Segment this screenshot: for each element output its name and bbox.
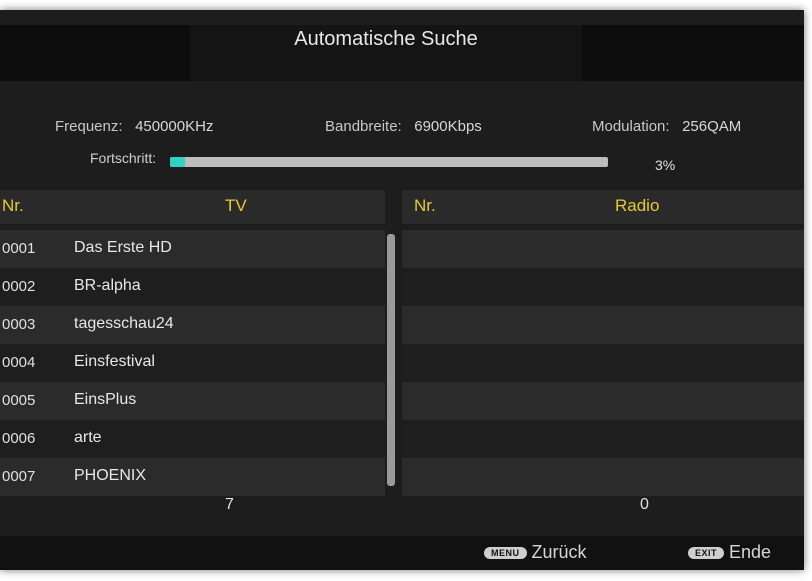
list-item[interactable]: 0003 tagesschau24 [0, 306, 385, 344]
channel-name: arte [74, 429, 102, 446]
tv-count: 7 [225, 496, 234, 513]
radio-header: Radio [615, 196, 660, 215]
frequency-label: Frequenz: [55, 118, 123, 135]
tv-header: TV [225, 196, 247, 215]
list-item [402, 382, 804, 420]
list-item[interactable]: 0007 PHOENIX [0, 458, 385, 496]
radio-header-bar [402, 190, 804, 224]
frequency-info: Frequenz: 450000KHz [55, 118, 213, 135]
menu-key-icon: MENU [484, 547, 527, 560]
channel-number: 0001 [2, 240, 36, 257]
bandwidth-info: Bandbreite: 6900Kbps [325, 118, 482, 135]
exit-key-icon: EXIT [688, 547, 725, 560]
tv-list-scrollbar[interactable] [387, 234, 395, 486]
progress-bar [170, 157, 608, 167]
channel-number: 0004 [2, 354, 36, 371]
modulation-label: Modulation: [592, 118, 670, 135]
list-item[interactable]: 0006 arte [0, 420, 385, 458]
list-item[interactable]: 0001 Das Erste HD [0, 230, 385, 268]
scan-screen: Automatische Suche Frequenz: 450000KHz B… [0, 10, 804, 570]
channel-name: PHOENIX [74, 467, 147, 484]
tv-channel-list: 0001 Das Erste HD 0002 BR-alpha 0003 tag… [0, 230, 385, 496]
progress-percent: 3% [655, 157, 676, 173]
progress-fill [170, 157, 186, 167]
channel-number: 0005 [2, 392, 36, 409]
exit-label: Ende [729, 542, 772, 562]
exit-button[interactable]: EXIT Ende [688, 542, 771, 563]
list-item [402, 230, 804, 268]
bandwidth-label: Bandbreite: [325, 118, 402, 135]
channel-number: 0003 [2, 316, 36, 333]
modulation-info: Modulation: 256QAM [592, 118, 741, 135]
list-item [402, 306, 804, 344]
list-item [402, 420, 804, 458]
tv-header-bar [0, 190, 385, 224]
channel-name: Das Erste HD [74, 239, 172, 256]
footer-bar: MENU Zurück EXIT Ende [0, 536, 804, 570]
channel-number: 0007 [2, 468, 36, 485]
channel-name: tagesschau24 [74, 315, 174, 332]
list-item [402, 268, 804, 306]
bandwidth-value: 6900Kbps [414, 118, 482, 135]
channel-name: BR-alpha [74, 277, 141, 294]
radio-count: 0 [640, 496, 649, 513]
list-item[interactable]: 0002 BR-alpha [0, 268, 385, 306]
channel-number: 0002 [2, 278, 36, 295]
channel-name: EinsPlus [74, 391, 137, 408]
back-label: Zurück [531, 542, 587, 562]
list-item [402, 344, 804, 382]
channel-number: 0006 [2, 430, 36, 447]
list-item [402, 458, 804, 496]
tv-nr-header: Nr. [2, 196, 24, 215]
list-item[interactable]: 0005 EinsPlus [0, 382, 385, 420]
radio-nr-header: Nr. [414, 196, 436, 215]
frequency-value: 450000KHz [135, 118, 214, 135]
progress-label: Fortschritt: [90, 150, 157, 166]
back-button[interactable]: MENU Zurück [484, 542, 587, 563]
channel-name: Einsfestival [74, 353, 155, 370]
list-item[interactable]: 0004 Einsfestival [0, 344, 385, 382]
radio-channel-list [402, 230, 804, 496]
page-title: Automatische Suche [294, 28, 478, 50]
modulation-value: 256QAM [682, 118, 742, 135]
